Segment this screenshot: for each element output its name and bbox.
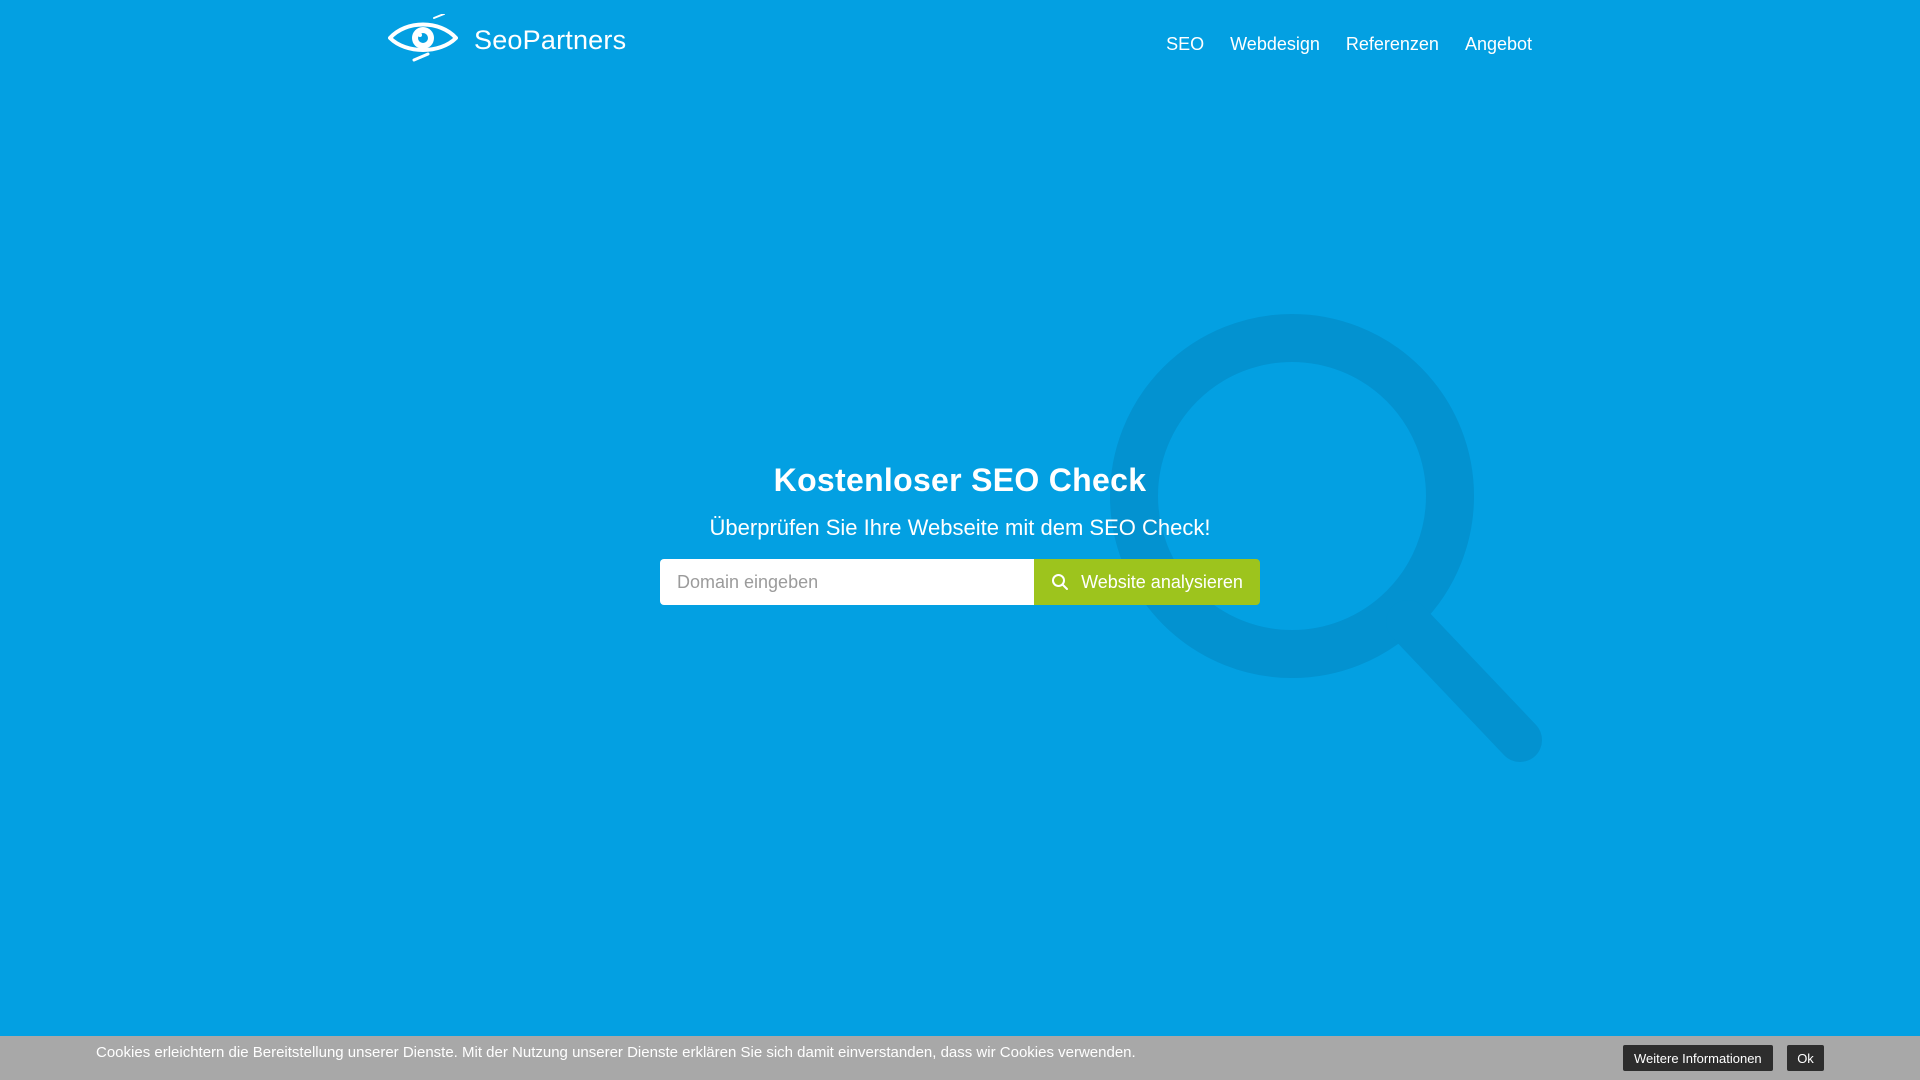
cookie-more-info-button[interactable]: Weitere Informationen [1623, 1045, 1773, 1071]
seo-check-form: Website analysieren [660, 559, 1260, 605]
analyze-button-label: Website analysieren [1081, 571, 1243, 592]
main-nav: SEO Webdesign Referenzen Angebot [1166, 34, 1532, 55]
cookie-ok-button[interactable]: Ok [1787, 1045, 1824, 1071]
domain-input[interactable] [660, 559, 1034, 605]
brand-name: SeoPartners [474, 24, 627, 55]
page: SeoPartners SEO Webdesign Referenzen Ang… [0, 0, 1920, 1080]
search-icon [1051, 573, 1069, 591]
analyze-website-button[interactable]: Website analysieren [1034, 559, 1260, 605]
magnifier-icon [1100, 310, 1560, 780]
nav-item-webdesign[interactable]: Webdesign [1230, 34, 1320, 55]
brand-link[interactable]: SeoPartners [388, 13, 627, 66]
hero-title: Kostenloser SEO Check [773, 462, 1147, 498]
cookie-banner: Cookies erleichtern die Bereitstellung u… [0, 1036, 1920, 1080]
hero-section: Kostenloser SEO Check Überprüfen Sie Ihr… [0, 462, 1920, 541]
nav-item-seo[interactable]: SEO [1166, 34, 1204, 55]
hero-subtitle: Überprüfen Sie Ihre Webseite mit dem SEO… [709, 515, 1211, 540]
nav-item-referenzen[interactable]: Referenzen [1346, 34, 1439, 55]
eye-icon [388, 13, 458, 66]
cookie-notice-text: Cookies erleichtern die Bereitstellung u… [96, 1044, 1136, 1061]
nav-item-angebot[interactable]: Angebot [1465, 34, 1532, 55]
site-header: SeoPartners SEO Webdesign Referenzen Ang… [0, 0, 1920, 90]
